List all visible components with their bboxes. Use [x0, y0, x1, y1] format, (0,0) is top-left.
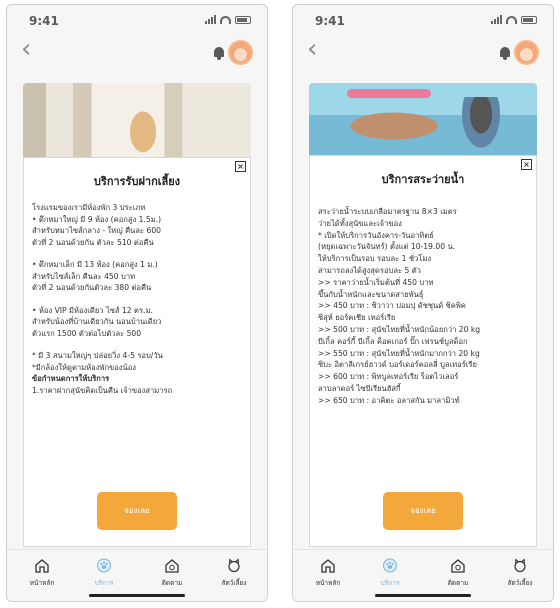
book-now-button[interactable]: จองเลย — [383, 492, 463, 530]
home-icon — [321, 559, 335, 573]
modal-text-line: >> ราคาว่ายน้ำเริ่มต้นที่ 450 บาท — [318, 277, 434, 287]
modal-text-line: >> 650 บาท : อาคิตะ อลาสกัน มาลามิวท์ — [318, 395, 460, 405]
modal-text-line: ตัวที่ 2 นอนด้วยกันตัวละ 380 ต่อคืน — [32, 283, 152, 292]
modal-text-line: สำหรับหมาไซส์กลาง - ใหญ่ คืนละ 600 — [32, 226, 161, 235]
pet-icon — [228, 558, 240, 573]
paw-icon — [383, 558, 397, 573]
bottom-tab-bar: หน้าหลัก บริการ ติดตาม สัตว์เลี้ยง — [7, 549, 267, 601]
pet-icon — [514, 558, 526, 573]
modal-text-line — [32, 339, 240, 350]
modal-body: สระว่ายน้ำระบบเกลือมาตรฐาน 8×3 เมตรว่ายไ… — [318, 206, 526, 472]
modal-text-line: * มี 3 สนามใหญ่ๆ ปล่อยวิ่ง 4-5 รอบ/วัน — [32, 351, 163, 360]
home-icon — [35, 559, 49, 573]
modal-text-line: ขึ้นกับน้ำหนักและขนาดสายพันธุ์ — [318, 289, 424, 299]
track-icon — [451, 559, 465, 573]
modal-text-line: ว่ายได้ทั้งสุนัขและเจ้าของ — [318, 218, 402, 228]
modal-subheading: ข้อกำหนดการให้บริการ — [32, 374, 110, 383]
tab-label: สัตว์เลี้ยง — [507, 579, 533, 587]
tab-label: ติดตาม — [447, 579, 469, 587]
home-indicator — [375, 594, 471, 597]
close-button[interactable]: × — [521, 159, 532, 170]
modal-text-line: สำหรับไซส์เล็ก คืนละ 450 บาท — [32, 271, 136, 281]
tab-label: ติดตาม — [161, 579, 183, 587]
tab-pets[interactable]: สัตว์เลี้ยง — [209, 558, 259, 588]
tab-label: บริการ — [94, 579, 114, 587]
home-indicator — [89, 594, 185, 597]
comparison-stage: 9:41 ‹ × บริการรับฝากเลี้ยง โรงแรมของเรา… — [0, 0, 560, 608]
tab-track[interactable]: ติดตาม — [433, 558, 483, 588]
tab-label: หน้าหลัก — [29, 579, 55, 587]
modal-text-line: โรงแรมของเรามีห้องพัก 3 ประเภท — [32, 203, 146, 212]
track-icon — [165, 559, 179, 573]
paw-icon — [97, 558, 111, 573]
modal-text-line: • ตึกหมาใหญ่ มี 9 ห้อง (คอกสูง 1.5ม.) — [32, 214, 162, 224]
modal-text-line: >> 450 บาท : ชิวาวา ปอมปุ ดัชชุนด์ ชิคพิ… — [318, 301, 466, 311]
modal-text-line: ตัวที่ 2 นอนด้วยกัน ตัวละ 510 ต่อคืน — [32, 237, 154, 247]
modal-text-line: ลาบลาดอร์ ไซบีเรียนฮัสกี้ — [318, 383, 401, 393]
phone-screen-boarding: 9:41 ‹ × บริการรับฝากเลี้ยง โรงแรมของเรา… — [6, 4, 268, 602]
tab-services[interactable]: บริการ — [79, 558, 129, 588]
tab-home[interactable]: หน้าหลัก — [303, 558, 353, 588]
modal-text-line: สำหรับน้องที่บ้านเดียวกัน นอนบ้านเดียว — [32, 317, 162, 326]
modal-text-line: *มีกล้องให้ดูตามห้องพักของน้อง — [32, 362, 136, 372]
service-modal-swimming: × บริการสระว่ายน้ำ สระว่ายน้ำระบบเกลือมา… — [309, 155, 537, 547]
modal-text-line: * เปิดให้บริการวันอังคาร-วันอาทิตย์ — [318, 230, 434, 240]
service-modal-boarding: × บริการรับฝากเลี้ยง โรงแรมของเรามีห้องพ… — [23, 157, 251, 547]
bottom-tab-bar: หน้าหลัก บริการ ติดตาม สัตว์เลี้ยง — [293, 549, 553, 601]
modal-text-line: (หยุดเฉพาะวันจันทร์) ตั้งแต่ 10-19.00 น. — [318, 242, 456, 252]
tab-pets[interactable]: สัตว์เลี้ยง — [495, 558, 545, 588]
modal-text-line: บีเกิ้ล คอร์กี้ บีเกิ้ล ค็อคเกอร์ ปั๊ก เ… — [318, 336, 468, 346]
modal-text-line: ให้บริการเป็นรอบ รอบละ 1 ชั่วโมง — [318, 254, 432, 264]
modal-text-line: ตัวแรก 1500 ตัวต่อไปตัวละ 500 — [32, 328, 142, 338]
tab-services[interactable]: บริการ — [365, 558, 415, 588]
tab-label: หน้าหลัก — [315, 579, 341, 587]
modal-text-line: สามารถลงได้สูงสุดรอบละ 5 ตัว — [318, 265, 421, 275]
tab-track[interactable]: ติดตาม — [147, 558, 197, 588]
modal-text-line: ชิสุห์ ยอร์คเชีย เทอร์เรีย — [318, 313, 396, 323]
close-button[interactable]: × — [235, 161, 246, 172]
modal-text-line: • ตึกหมาเล็ก มี 13 ห้อง (คอกสูง 1 ม.) — [32, 260, 158, 269]
modal-text-line — [32, 294, 240, 305]
modal-text-line — [32, 248, 240, 259]
modal-text-line: • ห้อง VIP มีห้องเดียว ไซส์ 12 ตร.ม. — [32, 305, 153, 315]
phone-screen-swimming: 9:41 ‹ × บริการสระว่ายน้ำ สระว่ายน้ำระบบ… — [292, 4, 554, 602]
tab-label: สัตว์เลี้ยง — [221, 579, 247, 587]
tab-home[interactable]: หน้าหลัก — [17, 558, 67, 588]
modal-text-line: 1.ราคาฝากสุนัขคิดเป็นคืน เจ้าของสามารถ — [32, 385, 173, 395]
book-now-button[interactable]: จองเลย — [97, 492, 177, 530]
tab-label: บริการ — [380, 579, 400, 587]
modal-body: โรงแรมของเรามีห้องพัก 3 ประเภท • ตึกหมาใ… — [32, 202, 240, 472]
modal-text-line: ชิบะ อิตาลีเกรย์ฮาวด์ บอร์เดอร์คอลลี่ บู… — [318, 360, 477, 370]
modal-text-line: >> 600 บาท : พิทบูลเทอร์เรีย ร็อตไวเลอร์ — [318, 372, 459, 382]
modal-title: บริการรับฝากเลี้ยง — [93, 175, 181, 188]
modal-text-line: >> 550 บาท : สุนัขไทยที่น้ำหนักมากกว่า 2… — [318, 348, 480, 358]
modal-title: บริการสระว่ายน้ำ — [381, 173, 465, 186]
modal-text-line: >> 500 บาท : สุนัขไทยที่น้ำหนักน้อยกว่า … — [318, 324, 481, 334]
modal-text-line: สระว่ายน้ำระบบเกลือมาตรฐาน 8×3 เมตร — [318, 207, 457, 216]
